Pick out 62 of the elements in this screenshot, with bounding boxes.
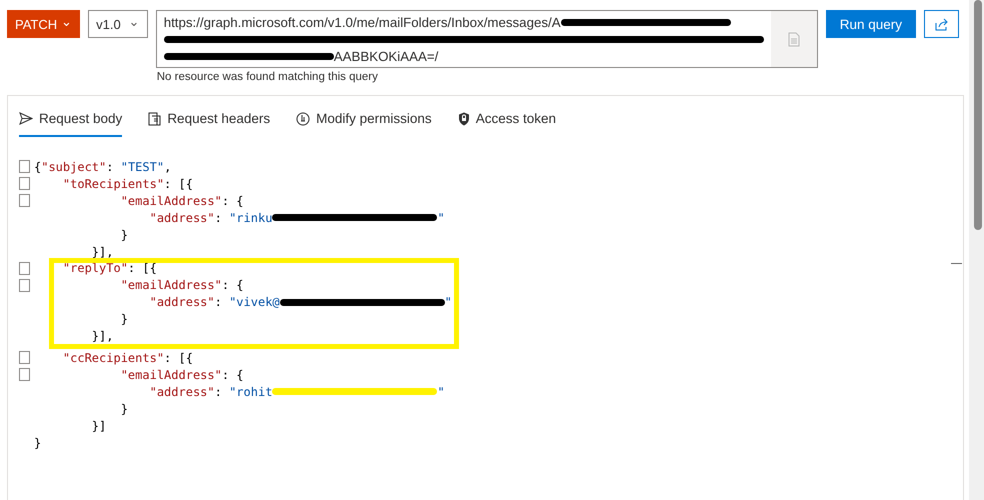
share-icon <box>934 18 949 30</box>
code-token: " <box>437 210 445 225</box>
code-token: : [{ <box>128 261 157 276</box>
code-token: : [{ <box>164 176 193 191</box>
code-token: : { <box>222 368 244 382</box>
code-token: "rohit <box>229 384 272 399</box>
code-token: { <box>34 160 42 174</box>
hand-circle-icon <box>296 112 310 126</box>
code-token: "address" <box>148 384 215 399</box>
code-token: : <box>106 160 114 174</box>
code-token: "TEST" <box>120 160 164 174</box>
url-field[interactable]: https://graph.microsoft.com/v1.0/me/mailFolders/Inbox/messages/A AABBKOKiAAA=/ <box>156 10 818 68</box>
code-token: : { <box>222 194 244 208</box>
code-token: "subject" <box>41 160 106 174</box>
code-token: } <box>120 312 128 326</box>
code-token: " <box>444 295 452 310</box>
code-token: : <box>214 384 223 399</box>
code-token: "vivek@ <box>229 295 280 310</box>
run-query-button[interactable]: Run query <box>826 10 916 38</box>
code-token: : { <box>222 278 244 292</box>
code-token: "address" <box>148 210 215 225</box>
code-token: }], <box>90 245 114 260</box>
shield-lock-icon <box>458 112 470 126</box>
url-message: No resource was found matching this query <box>156 71 379 83</box>
code-token: "ccRecipients" <box>62 350 164 365</box>
fold-toggle[interactable] <box>19 177 30 190</box>
code-token: : [{ <box>164 350 193 365</box>
tab[interactable]: Access token <box>458 111 556 137</box>
version-dropdown[interactable]: v1.0 ⌄ <box>88 10 148 38</box>
tab[interactable]: Modify permissions <box>296 111 432 137</box>
send-icon <box>19 112 33 125</box>
code-token: "toRecipients" <box>62 176 164 191</box>
url-text: AABBKOKiAAA=/ <box>334 48 438 65</box>
code-token: "emailAddress" <box>120 368 222 382</box>
code-token: "emailAddress" <box>120 194 222 208</box>
code-token: "replyTo" <box>62 261 128 276</box>
fold-toggle[interactable] <box>19 278 30 292</box>
scrollbar[interactable] <box>969 0 984 500</box>
share-button[interactable] <box>924 10 960 38</box>
code-token: " <box>437 384 445 399</box>
code-token: "address" <box>148 295 215 310</box>
code-token: , <box>164 160 172 174</box>
code-token: : <box>214 295 223 310</box>
code-token: } <box>120 228 128 242</box>
code-token: "emailAddress" <box>120 278 222 292</box>
code-token: } <box>120 402 128 416</box>
method-dropdown[interactable]: PATCH ⌄ <box>7 10 80 38</box>
tab[interactable]: Request body <box>19 111 122 137</box>
document-icon <box>148 112 162 126</box>
code-token: }], <box>90 329 114 344</box>
url-text: https://graph.microsoft.com/v1.0/me/mailFolders/Inbox/messages/A <box>164 14 561 31</box>
code-token: "rinku <box>229 210 272 225</box>
fold-toggle[interactable] <box>19 262 30 275</box>
fold-toggle[interactable] <box>19 160 30 174</box>
fold-toggle[interactable] <box>19 194 30 208</box>
scrollbar-thumb[interactable] <box>974 0 982 230</box>
code-token: } <box>34 436 42 450</box>
code-token: }] <box>90 418 106 433</box>
fold-toggle[interactable] <box>19 351 30 364</box>
code-token: : <box>214 210 223 225</box>
tab[interactable]: Request headers <box>148 111 270 137</box>
fold-toggle[interactable] <box>19 368 30 382</box>
